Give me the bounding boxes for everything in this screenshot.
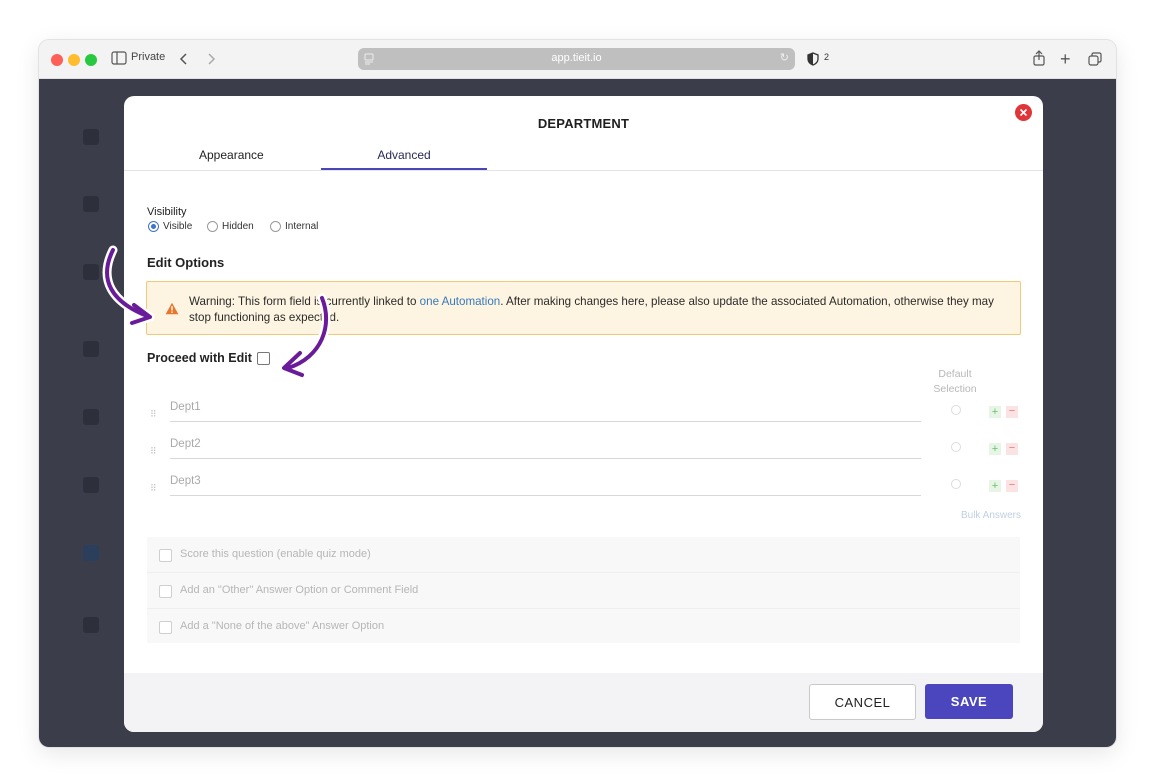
close-icon [1019, 108, 1028, 117]
visibility-option-visible[interactable]: Visible [148, 221, 192, 232]
radio-visible[interactable] [148, 221, 159, 232]
tab-overview-icon[interactable] [1088, 51, 1102, 71]
edit-options-heading: Edit Options [147, 255, 225, 270]
option-label: Add a "None of the above" Answer Option [180, 620, 385, 632]
option-label: Score this question (enable quiz mode) [180, 548, 371, 560]
department-modal: DEPARTMENT Appearance Advanced Visibilit… [124, 96, 1043, 732]
radio-label: Hidden [222, 221, 254, 232]
warning-prefix: Warning: This form field is currently li… [189, 295, 420, 308]
sidebar-icon [83, 264, 99, 280]
sidebar-icon [83, 617, 99, 633]
save-button[interactable]: SAVE [925, 684, 1013, 719]
advanced-tab-content: Visibility Visible Hidden Internal Edit … [124, 171, 1043, 673]
add-answer-button[interactable]: + [989, 443, 1001, 455]
bulk-answers-link[interactable]: Bulk Answers [961, 510, 1021, 521]
answer-underline [170, 421, 921, 422]
drag-handle-icon[interactable]: ⠿ [150, 409, 157, 420]
add-answer-button[interactable]: + [989, 406, 1001, 418]
sidebar-icon [83, 409, 99, 425]
cancel-button[interactable]: CANCEL [809, 684, 916, 720]
new-tab-icon[interactable]: + [1060, 49, 1071, 69]
answer-input[interactable]: Dept2 [170, 438, 201, 450]
radio-internal[interactable] [270, 221, 281, 232]
proceed-with-edit-checkbox[interactable] [257, 352, 270, 365]
modal-footer: CANCEL SAVE [124, 673, 1043, 732]
active-tab-indicator [321, 168, 487, 170]
option-checkbox[interactable] [159, 549, 172, 562]
zoom-window-button[interactable] [85, 54, 97, 66]
option-other-answer[interactable]: Add an "Other" Answer Option or Comment … [147, 573, 1020, 609]
answer-row: ⠿ Dept3 + − [147, 471, 1020, 501]
visibility-label: Visibility [147, 206, 187, 218]
default-selection-radio[interactable] [951, 479, 961, 489]
answer-row: ⠿ Dept2 + − [147, 434, 1020, 464]
radio-hidden[interactable] [207, 221, 218, 232]
shield-icon[interactable] [807, 51, 819, 71]
automation-link[interactable]: one Automation [420, 295, 501, 308]
drag-handle-icon[interactable]: ⠿ [150, 483, 157, 494]
sidebar-icon [83, 477, 99, 493]
reload-icon[interactable]: ↻ [780, 51, 789, 64]
extra-options-panel: Score this question (enable quiz mode) A… [147, 537, 1020, 643]
sidebar-toggle-icon[interactable] [111, 50, 127, 70]
forward-icon[interactable] [206, 51, 216, 71]
sidebar-icon [83, 129, 99, 145]
radio-label: Visible [163, 221, 193, 232]
visibility-option-internal[interactable]: Internal [270, 221, 318, 232]
option-none-of-above[interactable]: Add a "None of the above" Answer Option [147, 609, 1020, 645]
default-selection-radio[interactable] [951, 442, 961, 452]
default-selection-radio[interactable] [951, 405, 961, 415]
visibility-option-hidden[interactable]: Hidden [207, 221, 254, 232]
option-checkbox[interactable] [159, 585, 172, 598]
minimize-window-button[interactable] [68, 54, 80, 66]
browser-titlebar: Private app.tieit.io ↻ 2 + [39, 40, 1116, 79]
add-answer-button[interactable]: + [989, 480, 1001, 492]
answer-input[interactable]: Dept3 [170, 475, 201, 487]
tracker-count: 2 [824, 52, 830, 62]
option-score-question[interactable]: Score this question (enable quiz mode) [147, 537, 1020, 573]
back-icon[interactable] [179, 51, 189, 71]
share-icon[interactable] [1032, 50, 1046, 70]
answer-input[interactable]: Dept1 [170, 401, 201, 413]
warning-text: Warning: This form field is currently li… [189, 294, 1009, 325]
url-text: app.tieit.io [551, 52, 602, 64]
default-selection-header: Default Selection [933, 368, 977, 395]
remove-answer-button[interactable]: − [1006, 443, 1018, 455]
modal-title: DEPARTMENT [537, 116, 630, 131]
automation-warning: Warning: This form field is currently li… [146, 281, 1021, 335]
tab-advanced[interactable]: Advanced [321, 148, 487, 162]
close-modal-button[interactable] [1015, 104, 1032, 121]
modal-tabs: Appearance Advanced [124, 141, 1043, 171]
tab-appearance[interactable]: Appearance [199, 148, 264, 162]
answer-underline [170, 458, 921, 459]
remove-answer-button[interactable]: − [1006, 406, 1018, 418]
private-mode-label: Private [131, 51, 166, 63]
drag-handle-icon[interactable]: ⠿ [150, 446, 157, 457]
sidebar-icon [83, 196, 99, 212]
sidebar-icon [83, 545, 99, 561]
browser-window: Private app.tieit.io ↻ 2 + DEPARTMENT Ap… [39, 40, 1116, 747]
option-label: Add an "Other" Answer Option or Comment … [180, 584, 419, 596]
answer-underline [170, 495, 921, 496]
sidebar-icon [83, 341, 99, 357]
warning-icon [165, 302, 179, 315]
option-checkbox[interactable] [159, 621, 172, 634]
close-window-button[interactable] [51, 54, 63, 66]
answer-row: ⠿ Dept1 + − [147, 397, 1020, 427]
address-bar[interactable]: app.tieit.io ↻ [358, 48, 795, 70]
remove-answer-button[interactable]: − [1006, 480, 1018, 492]
radio-label: Internal [285, 221, 319, 232]
proceed-with-edit-label: Proceed with Edit [147, 351, 252, 365]
